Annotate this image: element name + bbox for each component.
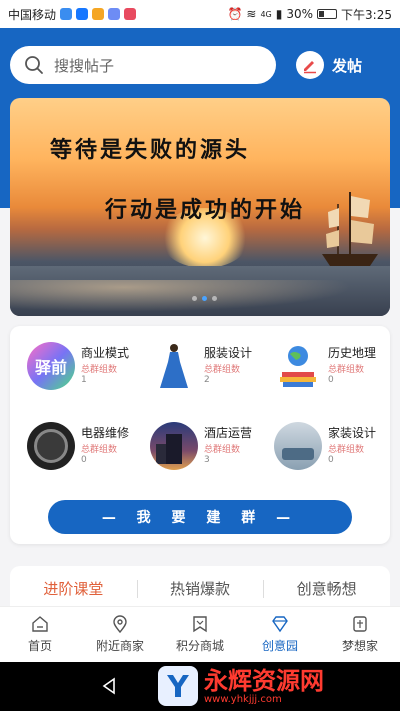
status-bar: 中国移动 ⏰ ≋ 4G ▮ 30% 下午3:25 (0, 0, 400, 28)
nav-nearby[interactable]: 附近商家 (80, 607, 160, 662)
app-icon (92, 8, 105, 20)
sailing-ship-icon (322, 192, 378, 266)
app-icon-2 (108, 8, 121, 20)
signal-icon: ▮ (275, 7, 283, 21)
content-tabs: 进阶课堂 热销爆款 创意畅想 (10, 566, 390, 610)
nav-home[interactable]: 首页 (0, 607, 80, 662)
send-icon (60, 8, 73, 20)
category-image (150, 422, 198, 470)
wifi-icon: ≋ (246, 7, 257, 21)
battery-percent: 30% (286, 7, 314, 21)
battery-icon (317, 9, 338, 19)
post-button[interactable]: 发帖 (296, 48, 362, 82)
nav-label: 附近商家 (95, 639, 144, 653)
category-item-appliance[interactable]: 电器维修 总群组数 0 (27, 422, 147, 482)
category-image (150, 342, 198, 390)
category-sub: 总群组数 (81, 445, 118, 455)
clock: 下午3:25 (341, 7, 392, 22)
category-item-home-design[interactable]: 家装设计 总群组数 0 (274, 422, 394, 482)
category-name: 服装设计 (204, 346, 253, 360)
carousel-dot[interactable] (212, 296, 217, 301)
tab-advanced-class[interactable]: 进阶课堂 (10, 578, 137, 599)
category-image-text: 驿前 (34, 358, 67, 377)
nav-label: 梦想家 (341, 639, 378, 653)
banner-text-line2: 行动是成功的开始 (105, 197, 306, 223)
category-count: 0 (81, 455, 87, 465)
nav-creative-park[interactable]: 创意园 (240, 607, 320, 662)
carousel-indicator (192, 296, 217, 301)
carousel-dot[interactable] (192, 296, 197, 301)
category-sub: 总群组数 (328, 365, 365, 375)
category-name: 历史地理 (328, 346, 377, 360)
bottom-navigation: 首页 附近商家 积分商城 创意园 梦想家 (0, 606, 400, 662)
category-name: 商业模式 (81, 346, 130, 360)
category-sub: 总群组数 (81, 365, 118, 375)
nav-dreamer[interactable]: 梦想家 (320, 607, 400, 662)
category-count: 0 (328, 455, 334, 465)
category-name: 电器维修 (81, 426, 130, 440)
category-item-fashion[interactable]: 服装设计 总群组数 2 (150, 342, 270, 402)
network-type: 4G (260, 9, 272, 19)
category-sub: 总群组数 (204, 365, 241, 375)
payment-icon (76, 8, 89, 20)
alarm-icon: ⏰ (227, 7, 243, 21)
category-image (27, 422, 75, 470)
watermark-title: 永辉资源网 (204, 665, 324, 695)
nav-label: 积分商城 (175, 639, 224, 653)
category-count: 0 (328, 375, 334, 385)
category-item-business[interactable]: 驿前 商业模式 总群组数 1 (27, 342, 147, 402)
category-count: 2 (204, 375, 210, 385)
category-item-hotel[interactable]: 酒店运营 总群组数 3 (150, 422, 270, 482)
category-item-history[interactable]: 历史地理 总群组数 0 (274, 342, 394, 402)
watermark-logo-icon (158, 666, 198, 706)
watermark-url: www.yhkjjj.com (204, 693, 282, 705)
category-sub: 总群组数 (204, 445, 241, 455)
nav-label: 创意园 (261, 639, 298, 653)
create-group-button[interactable]: — 我 要 建 群 — (48, 500, 352, 534)
carrier-text: 中国移动 (8, 7, 57, 22)
category-card: 驿前 商业模式 总群组数 1 服装设计 总群组数 2 历史地理 总群组数 0 电… (10, 326, 390, 544)
edit-icon (296, 51, 324, 79)
category-name: 家装设计 (328, 426, 377, 440)
search-bar[interactable]: 搜搜帖子 (10, 46, 276, 84)
watermark: 永辉资源网 www.yhkjjj.com (158, 666, 324, 706)
search-icon (25, 56, 43, 74)
location-icon (113, 615, 127, 633)
diamond-icon (272, 616, 288, 633)
category-count: 3 (204, 455, 210, 465)
home-icon (32, 616, 48, 632)
banner-text-line1: 等待是失败的源头 (50, 137, 251, 163)
category-image (274, 342, 322, 390)
dream-icon (353, 616, 367, 632)
app-icon-3 (124, 8, 137, 20)
category-count: 1 (81, 375, 87, 385)
search-placeholder: 搜搜帖子 (54, 56, 115, 75)
back-icon[interactable] (100, 677, 118, 695)
nav-label: 首页 (27, 639, 52, 653)
post-label: 发帖 (332, 56, 363, 75)
category-image: 驿前 (27, 342, 75, 390)
banner-carousel[interactable]: 等待是失败的源头 行动是成功的开始 (10, 98, 390, 316)
nav-points-mall[interactable]: 积分商城 (160, 607, 240, 662)
tab-hot-sales[interactable]: 热销爆款 (136, 578, 264, 599)
tab-creative-ideas[interactable]: 创意畅想 (263, 578, 390, 599)
bookmark-icon (193, 616, 207, 633)
category-sub: 总群组数 (328, 445, 365, 455)
carousel-dot-active[interactable] (202, 296, 207, 301)
system-nav-bar: 永辉资源网 www.yhkjjj.com (0, 662, 400, 711)
category-name: 酒店运营 (204, 426, 253, 440)
category-image (274, 422, 322, 470)
